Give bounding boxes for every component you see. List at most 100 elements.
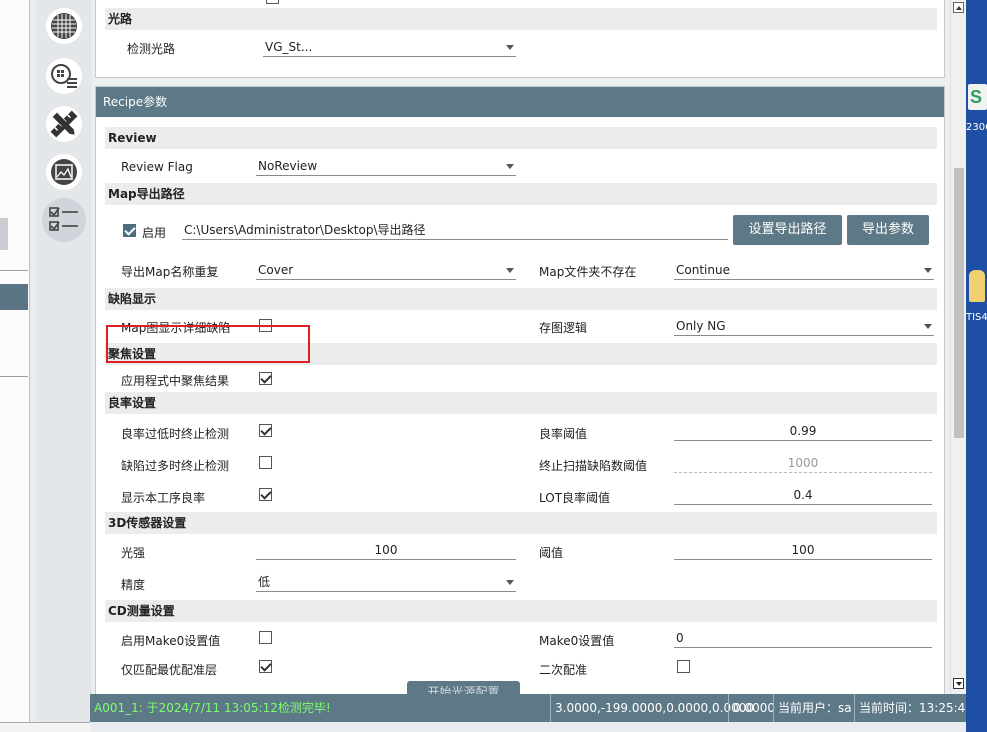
hidden-checkbox[interactable] <box>266 0 279 4</box>
wafer-grid-tool[interactable] <box>46 8 82 44</box>
show-yield-checkbox[interactable] <box>259 488 272 501</box>
set-export-path-button[interactable]: 设置导出路径 <box>733 215 842 245</box>
status-message: A001_1: 于2024/7/11 13:05:12检测完毕! <box>94 701 331 715</box>
defect-count-label: 终止扫描缺陷数阈值 <box>539 459 648 473</box>
chevron-down-icon <box>506 580 514 585</box>
desktop-icon-label: TIS4. <box>966 312 987 323</box>
apply-focus-label: 应用程式中聚焦结果 <box>121 374 230 388</box>
recipe-card: Recipe参数 Review Review Flag NoReview Map… <box>95 86 945 694</box>
chevron-down-icon <box>506 164 514 169</box>
save-logic-value: Only NG <box>676 319 726 333</box>
name-repeat-combo[interactable]: Cover <box>256 260 516 280</box>
divider <box>0 270 28 271</box>
scroll-down-icon[interactable] <box>953 678 964 689</box>
save-logic-combo[interactable]: Only NG <box>674 316 934 336</box>
status-time-value: 13:25:44 <box>919 701 973 715</box>
make0-value-label: Make0设置值 <box>539 634 615 648</box>
start-light-config-button[interactable]: 开始光源配置 <box>407 681 520 694</box>
review-flag-value: NoReview <box>258 159 318 173</box>
recipe-header: Recipe参数 <box>96 87 944 117</box>
sensor-threshold-input[interactable]: 100 <box>674 540 932 560</box>
wafer-list-icon <box>51 64 77 88</box>
desktop-icon-label: 2306 <box>966 122 987 133</box>
map-export-enable-label: 启用 <box>142 226 167 240</box>
detect-path-label: 检测光路 <box>127 42 176 56</box>
section-yield: 良率设置 <box>105 392 937 414</box>
status-bar: A001_1: 于2024/7/11 13:05:12检测完毕! 3.0000,… <box>90 694 973 722</box>
precision-label: 精度 <box>121 578 146 592</box>
precision-combo[interactable]: 低 <box>256 572 516 592</box>
make0-value-input[interactable]: 0 <box>674 628 932 648</box>
highlight-box <box>106 325 310 363</box>
optical-card: 光路 检测光路 VG_St... <box>95 0 945 78</box>
folder-missing-combo[interactable]: Continue <box>674 260 934 280</box>
section-cd-measure: CD测量设置 <box>105 600 937 622</box>
desktop-app-icon[interactable]: S <box>968 84 987 110</box>
desktop-background: S 2306 TIS4. <box>966 0 987 732</box>
chevron-down-icon <box>924 324 932 329</box>
image-frame-icon <box>51 159 77 185</box>
name-repeat-value: Cover <box>258 263 294 277</box>
ruler-pencil-icon <box>50 110 78 138</box>
map-export-path-field[interactable]: C:\Users\Administrator\Desktop\导出路径 <box>182 220 728 240</box>
make0-enable-checkbox[interactable] <box>259 631 272 644</box>
defect-count-input[interactable]: 1000 <box>674 453 932 473</box>
scroll-thumb[interactable] <box>954 168 964 438</box>
second-match-checkbox[interactable] <box>677 660 690 673</box>
light-intensity-label: 光强 <box>121 546 146 560</box>
review-flag-label: Review Flag <box>121 160 193 174</box>
left-panel-button[interactable] <box>0 218 8 250</box>
status-user-label: 当前用户： <box>778 701 839 715</box>
low-yield-stop-checkbox[interactable] <box>259 424 272 437</box>
apply-focus-checkbox[interactable] <box>259 372 272 385</box>
best-match-label: 仅匹配最优配准层 <box>121 663 218 677</box>
yield-threshold-label: 良率阈值 <box>539 427 588 441</box>
checklist-icon <box>49 207 78 231</box>
light-intensity-input[interactable]: 100 <box>256 540 516 560</box>
precision-value: 低 <box>258 575 271 589</box>
folder-missing-value: Continue <box>676 263 730 277</box>
main-content: 光路 检测光路 VG_St... Recipe参数 Review Review … <box>92 0 950 694</box>
status-time-label: 当前时间： <box>859 701 920 715</box>
lot-threshold-label: LOT良率阈值 <box>539 491 611 505</box>
detect-path-combo[interactable]: VG_St... <box>263 37 516 57</box>
wafer-grid-icon <box>51 13 77 39</box>
scroll-up-icon[interactable] <box>953 2 964 13</box>
review-flag-combo[interactable]: NoReview <box>256 156 516 176</box>
desktop-folder-icon[interactable] <box>969 270 985 302</box>
measure-tool[interactable] <box>46 106 82 142</box>
status-value: 0.0000 <box>728 694 775 722</box>
status-time: 当前时间：13:25:44 <box>854 694 973 722</box>
left-panel-selected-row[interactable] <box>0 284 28 310</box>
section-optical-path: 光路 <box>105 8 937 30</box>
status-user-value: sa <box>838 701 852 715</box>
image-tool[interactable] <box>46 154 82 190</box>
checklist-tool[interactable] <box>42 198 86 242</box>
low-yield-stop-label: 良率过低时终止检测 <box>121 427 230 441</box>
map-export-enable-checkbox[interactable] <box>123 224 136 237</box>
left-panel-bottom <box>0 722 90 732</box>
save-logic-label: 存图逻辑 <box>539 321 588 335</box>
detect-path-value: VG_St... <box>265 40 313 54</box>
wafer-map-list-tool[interactable] <box>46 58 82 94</box>
section-review: Review <box>105 127 937 149</box>
defect-stop-checkbox[interactable] <box>259 456 272 469</box>
second-match-label: 二次配准 <box>539 663 588 677</box>
chevron-down-icon <box>506 268 514 273</box>
chevron-down-icon <box>924 268 932 273</box>
left-panel <box>0 0 90 732</box>
defect-stop-label: 缺陷过多时终止检测 <box>121 459 230 473</box>
tool-sidebar <box>36 0 92 722</box>
chevron-down-icon <box>506 45 514 50</box>
folder-missing-label: Map文件夹不存在 <box>539 265 637 279</box>
section-defect-display: 缺陷显示 <box>105 288 937 310</box>
name-repeat-label: 导出Map名称重复 <box>121 265 219 279</box>
yield-threshold-input[interactable]: 0.99 <box>674 421 932 441</box>
vertical-scrollbar[interactable] <box>950 0 966 694</box>
status-coords: 3.0000,-199.0000,0.0000,0.0000 <box>550 694 754 722</box>
sensor-threshold-label: 阈值 <box>539 546 564 560</box>
export-params-button[interactable]: 导出参数 <box>847 215 929 245</box>
lot-threshold-input[interactable]: 0.4 <box>674 485 932 505</box>
status-user: 当前用户：sa <box>773 694 852 722</box>
best-match-checkbox[interactable] <box>259 660 272 673</box>
